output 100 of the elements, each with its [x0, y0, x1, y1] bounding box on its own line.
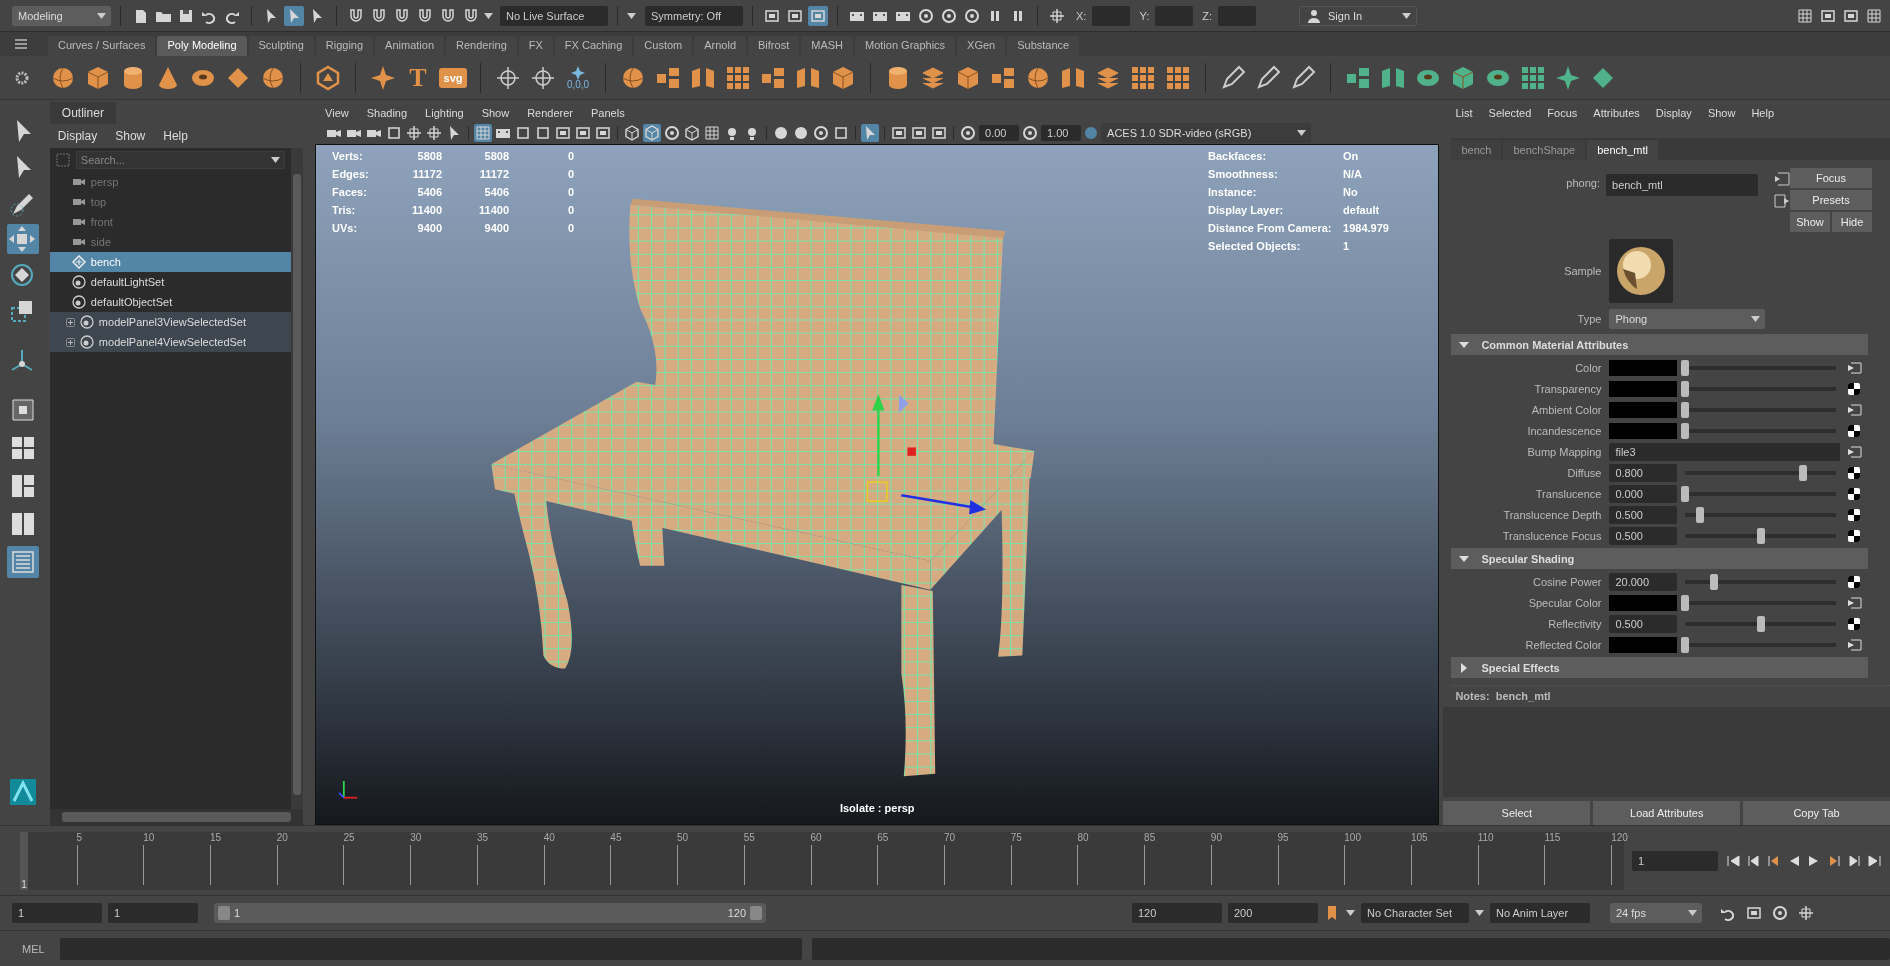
end-frame-field[interactable]: 200	[1228, 903, 1318, 923]
section-header[interactable]: Common Material Attributes	[1451, 334, 1868, 355]
menu-item[interactable]: Attributes	[1593, 107, 1640, 119]
render-icon[interactable]	[939, 6, 959, 26]
shelf-tab[interactable]: FX	[518, 36, 553, 56]
search-field[interactable]: Search...	[75, 151, 286, 169]
menu-item[interactable]: Selected	[1488, 107, 1532, 119]
tiles-icon[interactable]	[724, 64, 752, 92]
checker-icon[interactable]	[1848, 466, 1860, 479]
pointer-icon[interactable]	[284, 6, 304, 26]
checker-icon[interactable]	[1848, 529, 1860, 542]
render-icon[interactable]	[916, 6, 936, 26]
menu-icon[interactable]	[14, 37, 28, 51]
crosshair-icon[interactable]	[425, 124, 444, 142]
render-icon[interactable]	[663, 124, 682, 142]
live-surface-field[interactable]: No Live Surface	[500, 6, 608, 26]
shelf-tab[interactable]: Poly Modeling	[157, 36, 247, 56]
value-field[interactable]: 20.000	[1609, 572, 1678, 591]
move-manipulator-icon[interactable]	[866, 393, 987, 515]
panel-button[interactable]: Select	[1443, 801, 1591, 825]
layout-icon[interactable]	[930, 124, 949, 142]
checker-icon[interactable]	[1848, 617, 1860, 630]
shelf-tab[interactable]: Rendering	[446, 36, 517, 56]
shelf-tab[interactable]: MASH	[801, 36, 853, 56]
show-button[interactable]: Show	[1790, 212, 1830, 232]
connection-icon[interactable]	[1848, 445, 1862, 458]
menu-item[interactable]: Show	[115, 129, 146, 143]
value-field[interactable]: 0.000	[1609, 484, 1678, 503]
checker-icon[interactable]	[1848, 575, 1860, 588]
section-header[interactable]: Specular Shading	[1451, 548, 1868, 569]
value-field[interactable]: 0.800	[1609, 463, 1678, 482]
checker-icon[interactable]	[1848, 424, 1860, 437]
shelf-tab[interactable]: Motion Graphics	[855, 36, 956, 56]
render-icon[interactable]	[1021, 124, 1040, 142]
hide-button[interactable]: Hide	[1832, 212, 1872, 232]
coordinate-field[interactable]	[1092, 6, 1131, 26]
character-set-field[interactable]: No Character Set	[1361, 903, 1469, 923]
outliner-item[interactable]: bench	[49, 252, 292, 272]
connection-icon[interactable]	[1848, 638, 1862, 651]
move-tool-icon[interactable]	[6, 224, 39, 254]
pencil-icon[interactable]	[1219, 64, 1247, 92]
slider-thumb[interactable]	[1798, 464, 1807, 481]
checker-icon[interactable]	[1848, 487, 1860, 500]
crosshair-icon[interactable]	[1047, 6, 1067, 26]
focus-button[interactable]: Focus	[1790, 168, 1872, 188]
type-dropdown[interactable]: Phong	[1609, 309, 1766, 329]
menu-item[interactable]: List	[1455, 107, 1473, 119]
menu-item[interactable]: Focus	[1547, 107, 1578, 119]
menu-item[interactable]: Renderer	[527, 107, 573, 119]
crosshair-icon[interactable]	[1796, 903, 1816, 923]
node-tab[interactable]: bench	[1451, 140, 1502, 160]
menu-item[interactable]: Show	[1707, 107, 1736, 119]
text-tool-button[interactable]: T	[404, 64, 432, 92]
menu-item[interactable]: Shading	[366, 107, 408, 119]
shelf-tab[interactable]: FX Caching	[554, 36, 633, 56]
slider-thumb[interactable]	[1710, 573, 1719, 590]
menu-item[interactable]: Show	[481, 107, 510, 119]
anim-layer-field[interactable]: No Anim Layer	[1490, 903, 1590, 923]
shelf-tab[interactable]: Curves / Surfaces	[48, 36, 156, 56]
gear-icon[interactable]	[14, 70, 30, 86]
coordinate-field[interactable]	[1218, 6, 1256, 26]
start-frame-field[interactable]: 1	[12, 903, 102, 923]
slider-thumb[interactable]	[1756, 615, 1765, 632]
layout-icon[interactable]	[594, 124, 613, 142]
step-forward-icon[interactable]	[1846, 852, 1862, 869]
connection-icon[interactable]	[1848, 596, 1862, 609]
pencil-icon[interactable]	[1254, 64, 1282, 92]
crosshair-icon[interactable]	[494, 64, 522, 92]
shelf-tab[interactable]: XGen	[957, 36, 1006, 56]
menu-item[interactable]: Display	[1655, 107, 1692, 119]
exposure-field[interactable]: 0.00	[979, 125, 1020, 141]
connection-icon[interactable]	[1848, 361, 1862, 374]
menu-item[interactable]: Display	[57, 129, 98, 143]
command-language-label[interactable]: MEL	[22, 942, 50, 955]
slider-thumb[interactable]	[1681, 422, 1690, 439]
slider-thumb[interactable]	[1681, 401, 1690, 418]
menu-item[interactable]: Help	[163, 129, 188, 143]
layout-icon[interactable]	[910, 124, 929, 142]
grid-icon[interactable]	[1864, 6, 1884, 26]
slider-thumb[interactable]	[1681, 594, 1690, 611]
grid-icon[interactable]	[1795, 6, 1815, 26]
cube-icon[interactable]	[623, 124, 642, 142]
outliner-item[interactable]: defaultLightSet	[49, 272, 292, 292]
shelf-tab[interactable]: Sculpting	[248, 36, 314, 56]
tiles-icon[interactable]	[1519, 64, 1547, 92]
slider-thumb[interactable]	[1756, 527, 1765, 544]
render-icon[interactable]	[959, 124, 978, 142]
shelf-tab[interactable]: Rigging	[315, 36, 374, 56]
checker-icon[interactable]	[1848, 508, 1860, 521]
shelf-tab[interactable]: Animation	[375, 36, 444, 56]
slider-thumb[interactable]	[1681, 359, 1690, 376]
grid-icon[interactable]	[703, 124, 722, 142]
shelf-tab[interactable]: Bifrost	[748, 36, 800, 56]
color-swatch[interactable]	[1609, 636, 1678, 653]
presets-button[interactable]: Presets	[1790, 190, 1872, 210]
outliner-item[interactable]: modelPanel3ViewSelectedSet	[49, 312, 292, 332]
output-connection-icon[interactable]	[1774, 194, 1790, 208]
color-swatch[interactable]	[1609, 594, 1678, 611]
pointer-icon[interactable]	[861, 124, 880, 142]
playback-end-field[interactable]: 120	[1132, 903, 1222, 923]
